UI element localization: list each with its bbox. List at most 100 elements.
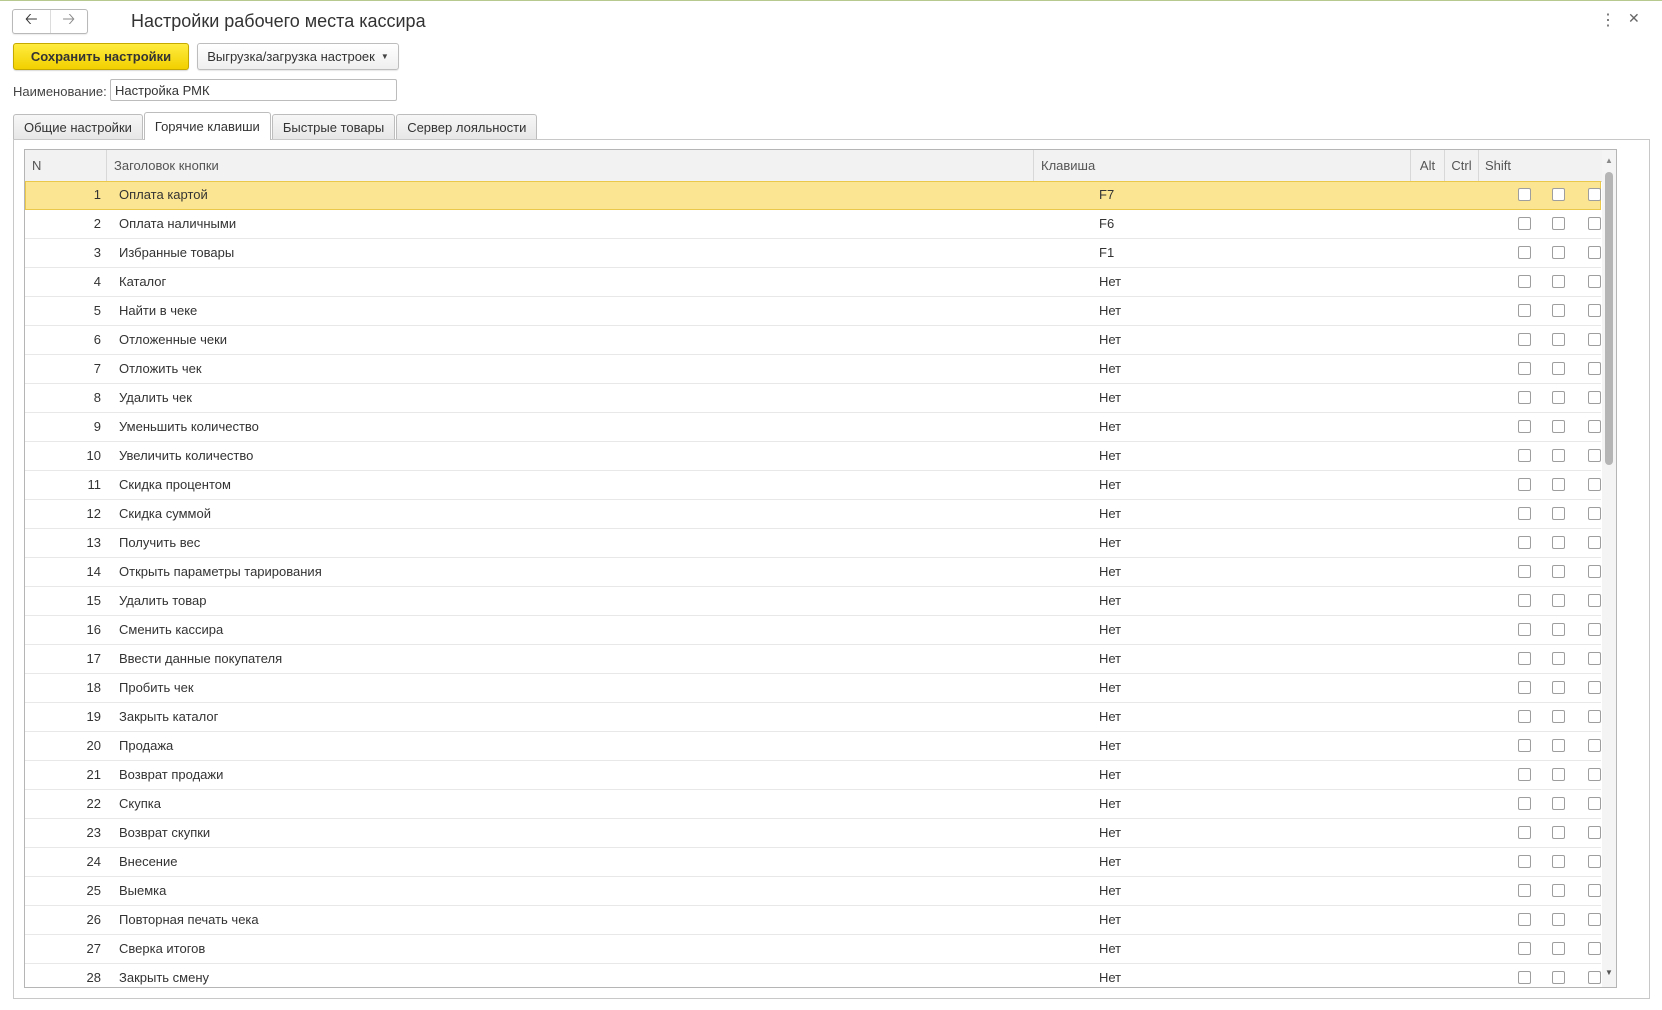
ctrl-checkbox[interactable] (1552, 478, 1565, 491)
ctrl-checkbox[interactable] (1552, 333, 1565, 346)
column-header-title[interactable]: Заголовок кнопки (107, 150, 1034, 181)
button-title-cell[interactable]: Уменьшить количество (119, 413, 259, 441)
ctrl-checkbox[interactable] (1552, 391, 1565, 404)
shift-checkbox[interactable] (1588, 333, 1601, 346)
back-button[interactable]: 🡠 (13, 10, 50, 33)
table-row[interactable]: 26 Повторная печать чека Нет (25, 906, 1601, 935)
hotkey-cell[interactable]: Нет (1099, 964, 1121, 987)
table-row[interactable]: 20 Продажа Нет (25, 732, 1601, 761)
alt-checkbox[interactable] (1518, 420, 1531, 433)
alt-checkbox[interactable] (1518, 275, 1531, 288)
hotkey-cell[interactable]: Нет (1099, 326, 1121, 354)
table-row[interactable]: 27 Сверка итогов Нет (25, 935, 1601, 964)
ctrl-checkbox[interactable] (1552, 710, 1565, 723)
alt-checkbox[interactable] (1518, 971, 1531, 984)
alt-checkbox[interactable] (1518, 623, 1531, 636)
table-row[interactable]: 17 Ввести данные покупателя Нет (25, 645, 1601, 674)
ctrl-checkbox[interactable] (1552, 623, 1565, 636)
ctrl-checkbox[interactable] (1552, 971, 1565, 984)
button-title-cell[interactable]: Открыть параметры тарирования (119, 558, 322, 586)
scrollbar-thumb[interactable] (1605, 172, 1613, 465)
shift-checkbox[interactable] (1588, 246, 1601, 259)
table-row[interactable]: 18 Пробить чек Нет (25, 674, 1601, 703)
hotkey-cell[interactable]: Нет (1099, 500, 1121, 528)
shift-checkbox[interactable] (1588, 623, 1601, 636)
alt-checkbox[interactable] (1518, 652, 1531, 665)
scroll-up-icon[interactable]: ▲ (1602, 156, 1616, 165)
button-title-cell[interactable]: Оплата наличными (119, 210, 236, 238)
shift-checkbox[interactable] (1588, 971, 1601, 984)
shift-checkbox[interactable] (1588, 304, 1601, 317)
table-row[interactable]: 24 Внесение Нет (25, 848, 1601, 877)
save-settings-button[interactable]: Сохранить настройки (13, 43, 189, 70)
table-row[interactable]: 7 Отложить чек Нет (25, 355, 1601, 384)
ctrl-checkbox[interactable] (1552, 536, 1565, 549)
shift-checkbox[interactable] (1588, 391, 1601, 404)
shift-checkbox[interactable] (1588, 913, 1601, 926)
hotkey-cell[interactable]: Нет (1099, 384, 1121, 412)
hotkey-cell[interactable]: Нет (1099, 558, 1121, 586)
table-row[interactable]: 14 Открыть параметры тарирования Нет (25, 558, 1601, 587)
shift-checkbox[interactable] (1588, 826, 1601, 839)
shift-checkbox[interactable] (1588, 507, 1601, 520)
alt-checkbox[interactable] (1518, 449, 1531, 462)
shift-checkbox[interactable] (1588, 565, 1601, 578)
ctrl-checkbox[interactable] (1552, 449, 1565, 462)
vertical-scrollbar[interactable]: ▲ ▼ (1602, 150, 1616, 987)
ctrl-checkbox[interactable] (1552, 826, 1565, 839)
hotkey-cell[interactable]: Нет (1099, 935, 1121, 963)
table-row[interactable]: 16 Сменить кассира Нет (25, 616, 1601, 645)
hotkey-cell[interactable]: Нет (1099, 877, 1121, 905)
table-row[interactable]: 28 Закрыть смену Нет (25, 964, 1601, 987)
button-title-cell[interactable]: Возврат скупки (119, 819, 210, 847)
ctrl-checkbox[interactable] (1552, 188, 1565, 201)
ctrl-checkbox[interactable] (1552, 884, 1565, 897)
alt-checkbox[interactable] (1518, 217, 1531, 230)
button-title-cell[interactable]: Возврат продажи (119, 761, 223, 789)
tab-hotkeys[interactable]: Горячие клавиши (143, 112, 271, 140)
table-row[interactable]: 9 Уменьшить количество Нет (25, 413, 1601, 442)
table-row[interactable]: 5 Найти в чеке Нет (25, 297, 1601, 326)
button-title-cell[interactable]: Избранные товары (119, 239, 234, 267)
alt-checkbox[interactable] (1518, 739, 1531, 752)
alt-checkbox[interactable] (1518, 797, 1531, 810)
hotkey-cell[interactable]: Нет (1099, 471, 1121, 499)
hotkey-cell[interactable]: Нет (1099, 819, 1121, 847)
button-title-cell[interactable]: Найти в чеке (119, 297, 197, 325)
column-header-alt[interactable]: Alt (1411, 150, 1445, 181)
shift-checkbox[interactable] (1588, 275, 1601, 288)
close-icon[interactable]: ✕ (1628, 10, 1640, 27)
hotkey-cell[interactable]: Нет (1099, 297, 1121, 325)
button-title-cell[interactable]: Сменить кассира (119, 616, 223, 644)
alt-checkbox[interactable] (1518, 362, 1531, 375)
column-header-ctrl[interactable]: Ctrl (1445, 150, 1479, 181)
alt-checkbox[interactable] (1518, 884, 1531, 897)
hotkey-cell[interactable]: F1 (1099, 239, 1114, 267)
button-title-cell[interactable]: Сверка итогов (119, 935, 205, 963)
alt-checkbox[interactable] (1518, 710, 1531, 723)
hotkey-cell[interactable]: Нет (1099, 268, 1121, 296)
button-title-cell[interactable]: Каталог (119, 268, 166, 296)
column-header-n[interactable]: N (25, 150, 107, 181)
alt-checkbox[interactable] (1518, 304, 1531, 317)
table-row[interactable]: 19 Закрыть каталог Нет (25, 703, 1601, 732)
button-title-cell[interactable]: Закрыть каталог (119, 703, 218, 731)
ctrl-checkbox[interactable] (1552, 420, 1565, 433)
button-title-cell[interactable]: Отложенные чеки (119, 326, 227, 354)
column-header-key[interactable]: Клавиша (1034, 150, 1411, 181)
button-title-cell[interactable]: Скидка суммой (119, 500, 211, 528)
ctrl-checkbox[interactable] (1552, 362, 1565, 375)
shift-checkbox[interactable] (1588, 681, 1601, 694)
name-input[interactable] (110, 79, 397, 101)
hotkey-cell[interactable]: Нет (1099, 674, 1121, 702)
shift-checkbox[interactable] (1588, 942, 1601, 955)
alt-checkbox[interactable] (1518, 188, 1531, 201)
button-title-cell[interactable]: Выемка (119, 877, 166, 905)
ctrl-checkbox[interactable] (1552, 652, 1565, 665)
alt-checkbox[interactable] (1518, 478, 1531, 491)
hotkey-cell[interactable]: Нет (1099, 848, 1121, 876)
shift-checkbox[interactable] (1588, 768, 1601, 781)
shift-checkbox[interactable] (1588, 594, 1601, 607)
button-title-cell[interactable]: Удалить чек (119, 384, 192, 412)
shift-checkbox[interactable] (1588, 217, 1601, 230)
